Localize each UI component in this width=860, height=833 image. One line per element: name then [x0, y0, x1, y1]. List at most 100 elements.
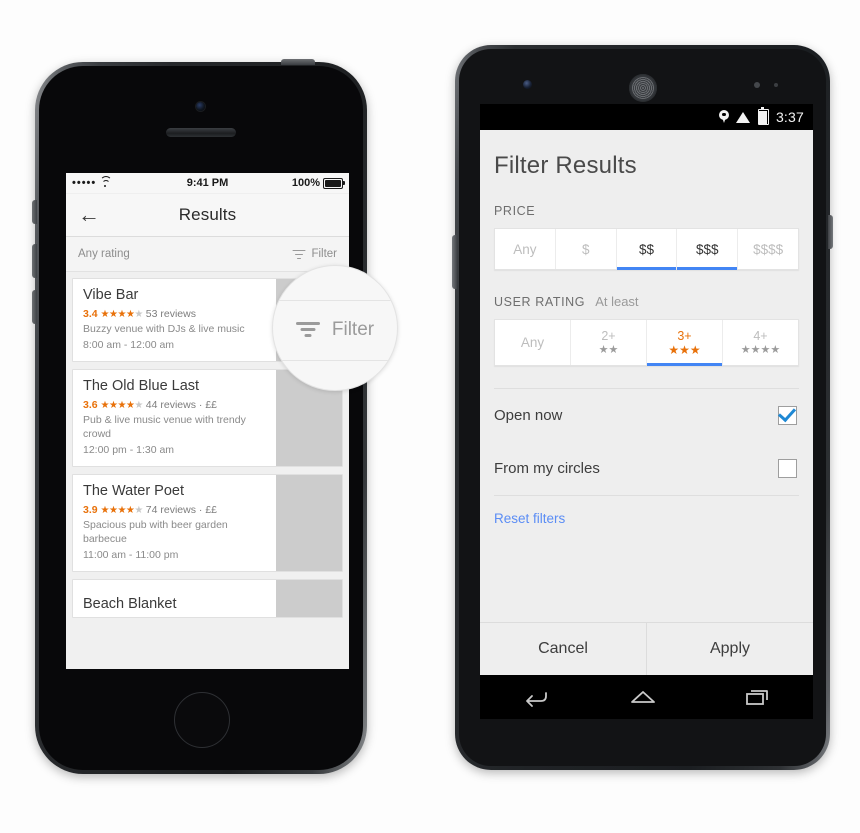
rating-option-4plus-num: 4+ — [753, 329, 768, 343]
rating-stars: ★★★★★ — [100, 308, 144, 320]
rating-section-label: USER RATING At least — [494, 294, 799, 309]
status-clock: 3:37 — [775, 109, 804, 125]
price-option-4[interactable]: $$$$ — [737, 229, 798, 269]
iphone-silent-switch[interactable] — [32, 200, 37, 224]
filter-panel: Filter Results PRICE Any $ $$ $$$ $$$$ U… — [480, 130, 813, 622]
place-thumbnail — [276, 580, 342, 618]
open-now-label: Open now — [494, 407, 563, 425]
ios-nav-bar: ← Results — [66, 194, 349, 237]
place-name: Vibe Bar — [83, 287, 139, 303]
from-my-circles-checkbox[interactable] — [778, 459, 797, 479]
android-power-button[interactable] — [828, 215, 833, 249]
iphone-volume-up-button[interactable] — [32, 244, 37, 278]
back-arrow-icon[interactable]: ← — [78, 204, 100, 226]
android-volume-button[interactable] — [452, 235, 457, 289]
rating-option-3plus[interactable]: 3+ ★★★ — [646, 320, 722, 367]
rating-stars: ★★★★★ — [100, 399, 144, 411]
rating-option-2plus-num: 2+ — [601, 329, 616, 343]
place-hours: 8:00 am - 12:00 am — [83, 338, 175, 351]
price-section-label: PRICE — [494, 204, 799, 218]
open-now-checkbox[interactable] — [778, 406, 797, 426]
filter-button[interactable]: Filter — [292, 248, 337, 260]
proximity-sensor-icon — [754, 82, 760, 88]
callout-content[interactable]: Filter — [295, 319, 375, 341]
funnel-icon — [295, 320, 320, 340]
toggle-row-from-my-circles[interactable]: From my circles — [494, 442, 799, 495]
battery-icon — [757, 106, 769, 125]
callout-divider — [273, 360, 397, 361]
android-nav-bar — [480, 675, 813, 719]
screenshot-canvas: ••••• 9:41 PM 100% ← Results Any rating … — [0, 0, 860, 833]
rating-option-4plus[interactable]: 4+ ★★★★ — [722, 320, 798, 366]
nav-recents-icon[interactable] — [743, 687, 771, 707]
android-screen: 3:37 Filter Results PRICE Any $ $$ $$$ $… — [480, 104, 813, 719]
list-item-body: Vibe Bar 3.4 ★★★★★ 53 reviews Buzzy venu… — [73, 279, 276, 361]
location-pin-icon — [718, 110, 729, 124]
review-count: 53 reviews — [145, 307, 196, 320]
status-clock: 9:41 PM — [186, 177, 229, 189]
rating-option-3plus-num: 3+ — [677, 329, 692, 343]
list-item[interactable]: Beach Blanket — [72, 579, 343, 619]
iphone-volume-down-button[interactable] — [32, 290, 37, 324]
page-title: Results — [178, 205, 237, 224]
rating-option-any-label: Any — [520, 335, 545, 351]
rating-option-2plus-stars: ★★ — [598, 344, 619, 357]
place-rating-row: 3.6 ★★★★★ 44 reviews · ££ — [83, 399, 267, 411]
rating-score: 3.9 — [83, 503, 98, 516]
any-rating-label[interactable]: Any rating — [78, 248, 130, 260]
rating-option-any[interactable]: Any — [495, 320, 570, 365]
earpiece-speaker — [628, 74, 657, 102]
nav-home-icon[interactable] — [628, 687, 658, 707]
cancel-button[interactable]: Cancel — [480, 623, 647, 675]
rating-option-2plus[interactable]: 2+ ★★ — [570, 320, 646, 366]
place-description: Pub & live music venue with trendy crowd — [83, 413, 246, 440]
place-thumbnail — [276, 475, 342, 572]
place-rating-row: 3.4 ★★★★★ 53 reviews — [83, 308, 267, 320]
filter-button-magnifier-callout: Filter — [272, 265, 398, 391]
rating-option-4plus-stars: ★★★★ — [740, 344, 781, 357]
rating-label-text: USER RATING — [494, 295, 586, 309]
apply-button[interactable]: Apply — [647, 623, 813, 675]
home-button[interactable] — [174, 692, 230, 748]
price-option-any[interactable]: Any — [495, 229, 555, 269]
rating-segmented-control[interactable]: Any 2+ ★★ 3+ ★★★ 4+ ★★★★ — [494, 319, 799, 367]
price-option-3[interactable]: $$$ — [676, 229, 737, 270]
dialog-action-bar: Cancel Apply — [480, 622, 813, 675]
ios-status-bar: ••••• 9:41 PM 100% — [66, 173, 349, 194]
android-device: 3:37 Filter Results PRICE Any $ $$ $$$ $… — [452, 45, 833, 770]
reset-filters-link[interactable]: Reset filters — [494, 496, 799, 526]
price-band: · ££ — [198, 503, 217, 516]
iphone-screen: ••••• 9:41 PM 100% ← Results Any rating … — [66, 173, 349, 669]
nav-back-icon[interactable] — [523, 689, 547, 707]
android-bezel: 3:37 Filter Results PRICE Any $ $$ $$$ $… — [459, 49, 826, 766]
light-sensor-icon — [774, 83, 778, 87]
rating-option-3plus-stars: ★★★ — [668, 343, 701, 358]
review-count: 74 reviews — [145, 503, 196, 516]
earpiece-speaker — [166, 128, 236, 137]
list-item-body: The Water Poet 3.9 ★★★★★ 74 reviews · ££… — [73, 475, 276, 571]
list-item[interactable]: The Old Blue Last 3.6 ★★★★★ 44 reviews ·… — [72, 369, 343, 468]
price-segmented-control[interactable]: Any $ $$ $$$ $$$$ — [494, 228, 799, 270]
funnel-icon — [292, 249, 306, 260]
iphone-device: ••••• 9:41 PM 100% ← Results Any rating … — [32, 59, 398, 774]
list-item[interactable]: The Water Poet 3.9 ★★★★★ 74 reviews · ££… — [72, 474, 343, 573]
list-item-body: The Old Blue Last 3.6 ★★★★★ 44 reviews ·… — [73, 370, 276, 466]
front-camera-icon — [523, 80, 532, 89]
rating-score: 3.6 — [83, 398, 98, 411]
page-title: Filter Results — [494, 152, 637, 179]
ios-filter-bar: Any rating Filter — [66, 237, 349, 272]
list-item-body: Beach Blanket — [73, 580, 276, 617]
from-my-circles-label: From my circles — [494, 460, 600, 478]
android-status-bar: 3:37 — [480, 104, 813, 130]
callout-filter-label: Filter — [331, 319, 375, 340]
toggle-row-open-now[interactable]: Open now — [494, 389, 799, 442]
price-option-2[interactable]: $$ — [615, 229, 677, 270]
iphone-power-button[interactable] — [281, 59, 315, 65]
price-option-1[interactable]: $ — [554, 229, 616, 269]
place-hours: 12:00 pm - 1:30 am — [83, 444, 175, 457]
rating-score: 3.4 — [83, 307, 98, 320]
iphone-bezel: ••••• 9:41 PM 100% ← Results Any rating … — [39, 66, 363, 770]
place-description: Spacious pub with beer garden barbecue — [83, 518, 228, 546]
price-label-text: PRICE — [494, 204, 536, 218]
place-name: The Old Blue Last — [83, 378, 200, 395]
